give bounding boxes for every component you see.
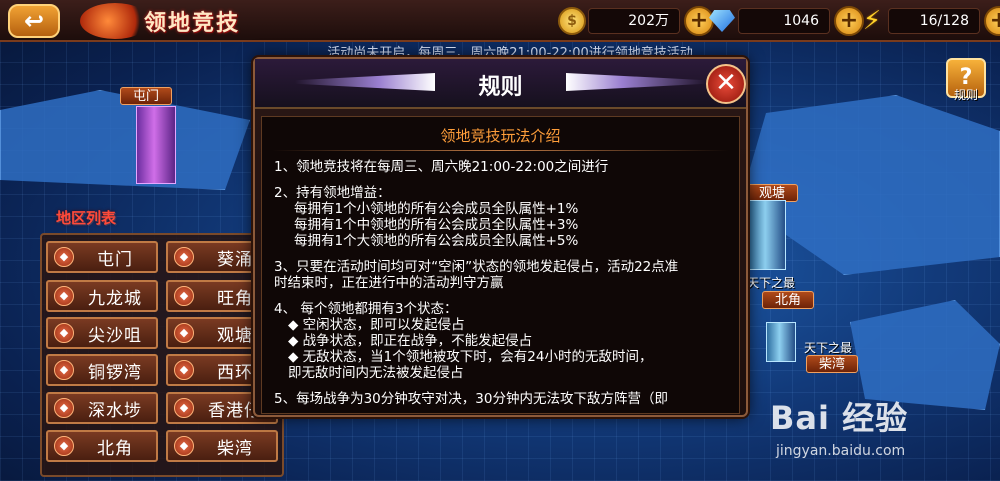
region-flag-icon: ◆ (54, 286, 74, 306)
chaiwan-title-label: 天下之最 (804, 341, 853, 355)
region-item[interactable]: ◆ 柴湾 (166, 430, 278, 462)
gold-value: 202万 (588, 8, 680, 34)
rule-line: ◆ 战争状态，即正在战争，不能发起侵占 (288, 333, 533, 349)
region-flag-icon: ◆ (174, 323, 194, 343)
region-label: 深水埗 (88, 400, 142, 421)
rule-line: 即无敌时间内无法被发起侵占 (288, 365, 464, 381)
rule-line: 每拥有1个大领地的所有公会成员全队属性+5% (294, 233, 579, 249)
rule-line: ◆ 无敌状态，当1个领地被攻下时，会有24小时的无敌时间， (288, 349, 653, 365)
rules-dialog-header: 规则 (255, 59, 746, 109)
region-label: 柴湾 (217, 438, 253, 459)
page-title: 领地竞技 (144, 11, 241, 36)
region-label: 铜锣湾 (88, 362, 142, 383)
close-icon: ✕ (715, 68, 737, 98)
region-flag-icon: ◆ (174, 436, 194, 456)
location-tag-chaiwan[interactable]: 柴湾 (806, 355, 859, 373)
dragon-emblem-icon (80, 3, 150, 39)
region-flag-icon: ◆ (54, 398, 74, 418)
rule-line: 每拥有1个中领地的所有公会成员全队属性+3% (294, 217, 579, 233)
region-flag-icon: ◆ (54, 436, 74, 456)
page-title-wrap: 领地竞技 (80, 2, 240, 40)
rule-line: 3、只要在活动时间均可对“空闲”状态的领地发起侵占，活动22点准 (274, 259, 679, 275)
region-flag-icon: ◆ (54, 323, 74, 343)
rule-line: ◆ 空闲状态，即可以发起侵占 (288, 317, 465, 333)
region-item[interactable]: ◆ 深水埗 (46, 392, 158, 424)
rules-heading: 领地竞技玩法介绍 (440, 127, 561, 145)
rule-line: 时结束时，正在进行中的活动判守方赢 (274, 275, 504, 291)
close-button[interactable]: ✕ (706, 64, 746, 104)
region-list-panel: ◆ 屯门 ◆ 葵涌 ◆ 九龙城 ◆ 旺角 ◆ 尖沙咀 ◆ 观塘 ◆ 铜锣湾 ◆ 西环 ◆ 深水埗 … (40, 233, 284, 477)
region-flag-icon: ◆ (174, 247, 194, 267)
region-list-title: 地区列表 (56, 209, 117, 227)
gold-resource: $ 202万 + (556, 5, 714, 37)
tunmen-building[interactable] (136, 106, 176, 184)
location-tag-beijiao[interactable]: 北角 (762, 291, 815, 309)
region-item[interactable]: ◆ 铜锣湾 (46, 354, 158, 386)
rule-line: 1、领地竞技将在每周三、周六晚21:00-22:00之间进行 (274, 159, 609, 175)
guantang-building[interactable] (748, 200, 786, 270)
add-energy-button[interactable]: + (984, 6, 1000, 36)
rules-button-label: 规则 (953, 88, 978, 102)
watermark-url: jingyan.baidu.com (776, 443, 906, 459)
rule-line: 每拥有1个小领地的所有公会成员全队属性+1% (294, 201, 579, 217)
region-flag-icon: ◆ (54, 360, 74, 380)
energy-resource: ⚡ 16/128 + (856, 5, 1000, 37)
energy-value: 16/128 (888, 8, 980, 34)
region-label: 北角 (97, 438, 133, 459)
rules-text: 1、领地竞技将在每周三、周六晚21:00-22:00之间进行 2、持有领地增益：… (262, 151, 739, 407)
region-flag-icon: ◆ (174, 398, 194, 418)
watermark: Bai 经验 jingyan.baidu.com (770, 393, 985, 473)
energy-bolt-icon: ⚡ (862, 6, 882, 36)
beijiao-title-label: 天下之最 (747, 276, 796, 290)
watermark-logo: Bai 经验 (770, 399, 909, 437)
diamond-resource: 1046 + (706, 5, 864, 37)
back-button[interactable]: ↩ (8, 4, 60, 38)
rules-dialog: 规则 ✕ 领地竞技玩法介绍 1、领地竞技将在每周三、周六晚21:00-22:00… (253, 57, 748, 417)
diamond-value: 1046 (738, 8, 830, 34)
region-flag-icon: ◆ (174, 360, 194, 380)
region-item[interactable]: ◆ 屯门 (46, 241, 158, 273)
rules-dialog-title: 规则 (478, 75, 523, 100)
region-item[interactable]: ◆ 北角 (46, 430, 158, 462)
location-tag-tunmen[interactable]: 屯门 (120, 87, 173, 105)
region-label: 尖沙咀 (88, 325, 142, 346)
back-arrow-icon: ↩ (23, 7, 45, 35)
rules-content[interactable]: 领地竞技玩法介绍 1、领地竞技将在每周三、周六晚21:00-22:00之间进行 … (261, 116, 740, 414)
region-flag-icon: ◆ (174, 286, 194, 306)
region-flag-icon: ◆ (54, 247, 74, 267)
region-label: 屯门 (97, 249, 133, 270)
top-bar: ↩ 领地竞技 $ 202万 + 1046 + ⚡ 16/128 + (0, 0, 1000, 42)
region-item[interactable]: ◆ 九龙城 (46, 280, 158, 312)
region-item[interactable]: ◆ 尖沙咀 (46, 317, 158, 349)
gold-coin-icon: $ (556, 5, 588, 37)
rule-line: 5、每场战争为30分钟攻守对决，30分钟内无法攻下敌方阵营（即 (274, 391, 668, 407)
region-label: 九龙城 (88, 288, 142, 309)
rule-line: 4、 每个领地都拥有3个状态： (274, 301, 458, 317)
diamond-icon (706, 5, 738, 37)
chaiwan-building[interactable] (766, 322, 796, 362)
rule-line: 2、持有领地增益： (274, 185, 391, 201)
